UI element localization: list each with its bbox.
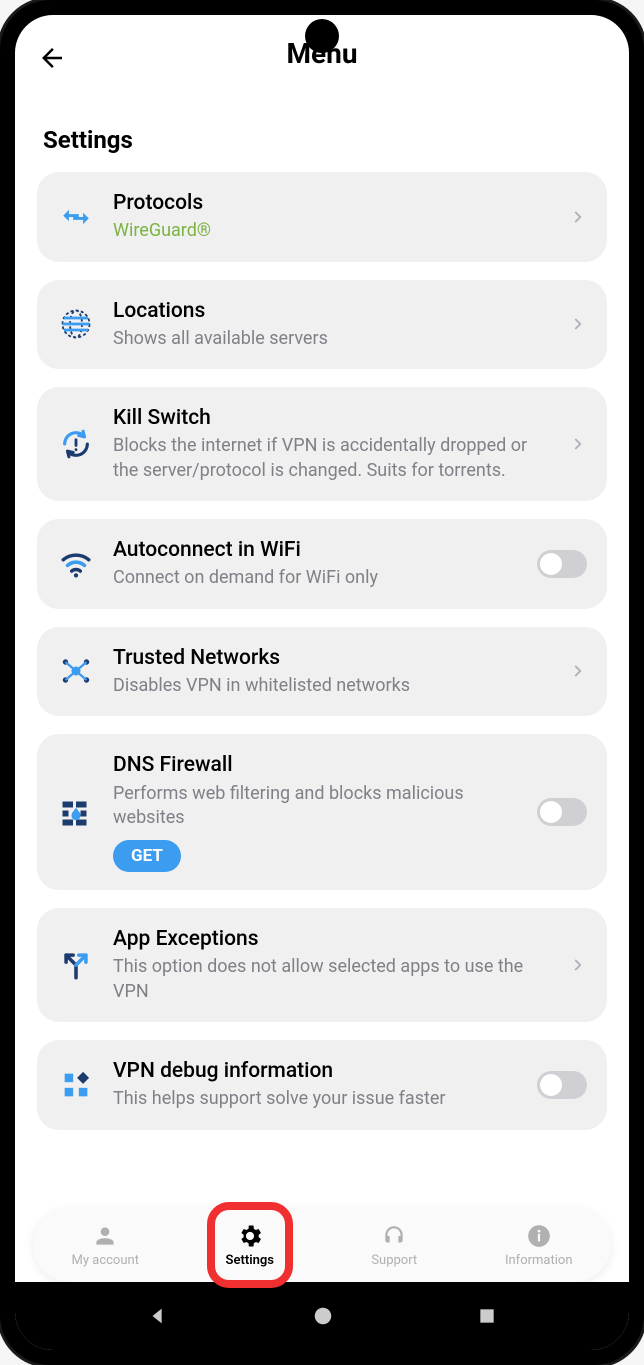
card-subtitle: WireGuard®: [113, 219, 551, 243]
vpndebug-toggle[interactable]: [537, 1071, 587, 1099]
card-body: Locations Shows all available servers: [113, 298, 551, 352]
bottom-nav: My account Settings Support Informatio: [33, 1208, 611, 1282]
info-icon: [525, 1222, 553, 1250]
nav-label: My account: [72, 1253, 139, 1268]
card-body: Kill Switch Blocks the internet if VPN i…: [113, 405, 551, 483]
card-body: Protocols WireGuard®: [113, 190, 551, 244]
settings-item-killswitch[interactable]: Kill Switch Blocks the internet if VPN i…: [37, 387, 607, 501]
settings-item-dnsfirewall[interactable]: DNS Firewall Performs web filtering and …: [37, 734, 607, 890]
chevron-right-icon: [569, 315, 587, 333]
card-subtitle: Disables VPN in whitelisted networks: [113, 674, 551, 698]
gear-icon: [236, 1222, 264, 1250]
card-subtitle: Connect on demand for WiFi only: [113, 566, 519, 590]
card-title: VPN debug information: [113, 1058, 519, 1085]
split-arrows-icon: [57, 946, 95, 984]
card-body: VPN debug information This helps support…: [113, 1058, 519, 1112]
person-icon: [91, 1222, 119, 1250]
camera-notch: [305, 19, 339, 53]
apps-grid-icon: [57, 1066, 95, 1104]
android-nav-bar: [15, 1282, 629, 1350]
chevron-right-icon: [569, 435, 587, 453]
card-subtitle: This option does not allow selected apps…: [113, 955, 551, 1004]
card-subtitle: Shows all available servers: [113, 327, 551, 351]
nav-item-support[interactable]: Support: [322, 1208, 467, 1282]
headset-icon: [380, 1222, 408, 1250]
card-body: App Exceptions This option does not allo…: [113, 926, 551, 1004]
firewall-icon: [57, 793, 95, 831]
settings-item-protocols[interactable]: Protocols WireGuard®: [37, 172, 607, 262]
settings-item-appexceptions[interactable]: App Exceptions This option does not allo…: [37, 908, 607, 1022]
card-subtitle: This helps support solve your issue fast…: [113, 1087, 519, 1111]
card-title: Autoconnect in WiFi: [113, 537, 519, 564]
card-title: Trusted Networks: [113, 645, 551, 672]
settings-item-trusted[interactable]: Trusted Networks Disables VPN in whiteli…: [37, 627, 607, 717]
settings-item-autoconnect[interactable]: Autoconnect in WiFi Connect on demand fo…: [37, 519, 607, 609]
nav-label: Information: [505, 1253, 573, 1268]
dnsfirewall-toggle[interactable]: [537, 798, 587, 826]
wifi-icon: [57, 545, 95, 583]
network-nodes-icon: [57, 652, 95, 690]
back-button[interactable]: [37, 43, 67, 73]
android-recents-button[interactable]: [477, 1306, 497, 1326]
refresh-alert-icon: [57, 425, 95, 463]
chevron-right-icon: [569, 662, 587, 680]
settings-item-locations[interactable]: Locations Shows all available servers: [37, 280, 607, 370]
nav-item-settings[interactable]: Settings: [178, 1208, 323, 1282]
android-back-button[interactable]: [147, 1305, 169, 1327]
nav-label: Settings: [226, 1253, 274, 1268]
card-title: Kill Switch: [113, 405, 551, 432]
card-subtitle: Performs web filtering and blocks malici…: [113, 782, 519, 831]
card-body: DNS Firewall Performs web filtering and …: [113, 752, 519, 872]
card-title: Protocols: [113, 190, 551, 217]
nav-item-information[interactable]: Information: [467, 1208, 612, 1282]
settings-list: Protocols WireGuard® Locat: [15, 172, 629, 1350]
android-home-button[interactable]: [312, 1305, 334, 1327]
arrow-left-icon: [37, 43, 67, 73]
get-badge[interactable]: GET: [113, 840, 181, 872]
nav-label: Support: [371, 1253, 417, 1268]
section-heading: Settings: [15, 78, 629, 172]
card-body: Autoconnect in WiFi Connect on demand fo…: [113, 537, 519, 591]
arrows-exchange-icon: [57, 198, 95, 236]
phone-frame: Menu Settings Protocols WireGuard®: [0, 0, 644, 1365]
chevron-right-icon: [569, 208, 587, 226]
card-title: Locations: [113, 298, 551, 325]
globe-icon: [57, 305, 95, 343]
autoconnect-toggle[interactable]: [537, 550, 587, 578]
nav-item-account[interactable]: My account: [33, 1208, 178, 1282]
settings-item-vpndebug[interactable]: VPN debug information This helps support…: [37, 1040, 607, 1130]
card-body: Trusted Networks Disables VPN in whiteli…: [113, 645, 551, 699]
card-title: App Exceptions: [113, 926, 551, 953]
card-subtitle: Blocks the internet if VPN is accidental…: [113, 434, 551, 483]
phone-screen: Menu Settings Protocols WireGuard®: [15, 15, 629, 1350]
card-title: DNS Firewall: [113, 752, 519, 779]
chevron-right-icon: [569, 956, 587, 974]
